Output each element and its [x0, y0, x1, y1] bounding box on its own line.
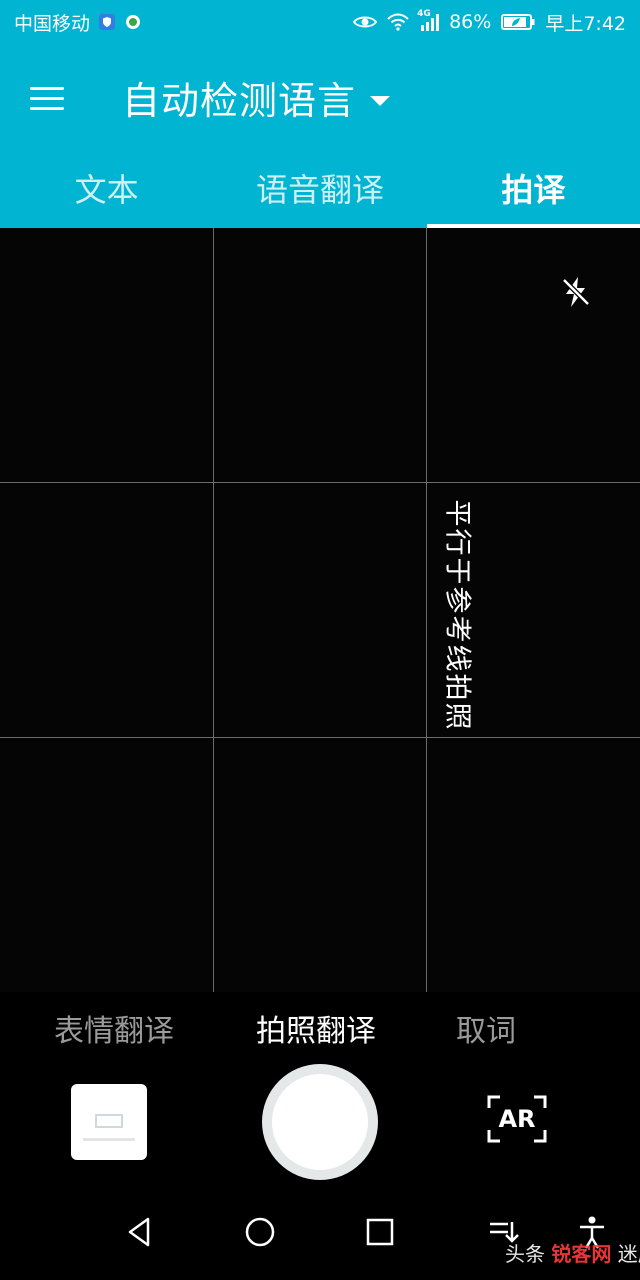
language-selector[interactable]: 自动检测语言	[122, 70, 391, 125]
thumbnail-image	[95, 1114, 123, 1128]
tab-bar: 文本 语音翻译 拍译	[0, 148, 640, 228]
capture-hint: 平行于参考线拍照	[440, 480, 480, 750]
status-bar-left: 中国移动	[14, 9, 142, 36]
tab-voice-translation[interactable]: 语音翻译	[213, 148, 426, 228]
battery-icon	[501, 13, 535, 31]
wifi-icon	[387, 13, 409, 31]
gallery-thumbnail[interactable]	[71, 1084, 147, 1160]
carrier-name: 中国移动	[14, 12, 91, 35]
tab-text[interactable]: 文本	[0, 148, 213, 228]
watermark: 头条 锐客网 迷鹿	[505, 1238, 640, 1267]
notification-icon	[124, 13, 142, 31]
watermark-brand: 锐客网	[551, 1242, 612, 1266]
grid-line	[0, 482, 640, 483]
language-title: 自动检测语言	[122, 79, 357, 123]
thumbnail-caption	[83, 1138, 135, 1141]
mode-photo-translation[interactable]: 拍照翻译	[256, 1006, 376, 1050]
app-header: 自动检测语言 文本 语音翻译 拍译	[0, 44, 640, 228]
shield-icon	[98, 13, 116, 31]
home-icon[interactable]	[240, 1212, 280, 1252]
grid-line	[213, 228, 214, 992]
mode-selector: 表情翻译 拍照翻译 取词	[0, 992, 640, 1062]
status-bar-right: 4G 86% 早上7:42	[353, 9, 626, 36]
recents-icon[interactable]	[360, 1212, 400, 1252]
chevron-down-icon	[370, 95, 391, 106]
flash-off-icon[interactable]	[556, 272, 596, 312]
shutter-inner	[272, 1074, 368, 1170]
battery-percent: 86%	[449, 11, 492, 33]
tab-photo-translation[interactable]: 拍译	[426, 148, 640, 228]
capture-hint-text: 平行于参考线拍照	[441, 499, 473, 731]
watermark-suffix: 迷鹿	[617, 1242, 640, 1266]
clock: 早上7:42	[545, 12, 626, 35]
watermark-prefix: 头条	[505, 1242, 545, 1266]
signal-icon: 4G	[417, 9, 440, 31]
eye-icon	[353, 14, 378, 30]
back-icon[interactable]	[120, 1212, 160, 1252]
status-bar: 中国移动 4G 86% 早上7:42	[0, 0, 640, 44]
shutter-button[interactable]	[262, 1064, 378, 1180]
mode-emoji-translation[interactable]: 表情翻译	[54, 1006, 174, 1050]
ar-button[interactable]: AR	[486, 1094, 548, 1144]
grid-line	[426, 228, 427, 992]
mode-word-pick[interactable]: 取词	[456, 1006, 516, 1050]
camera-viewfinder[interactable]: 平行于参考线拍照	[0, 228, 640, 992]
grid-line	[0, 737, 640, 738]
ar-label: AR	[498, 1105, 536, 1133]
menu-icon[interactable]	[30, 78, 70, 118]
network-type-label: 4G	[417, 9, 431, 19]
